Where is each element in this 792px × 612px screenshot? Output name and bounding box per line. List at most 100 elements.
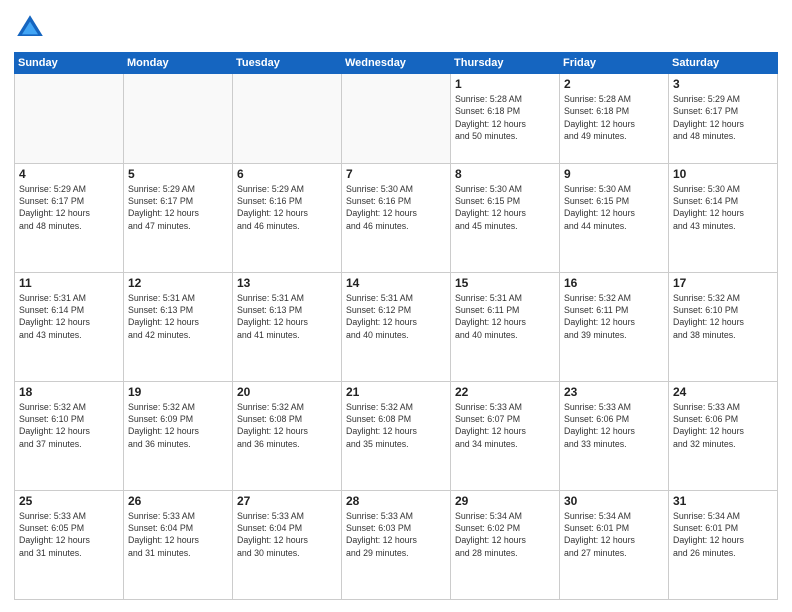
day-info: Sunrise: 5:33 AM Sunset: 6:04 PM Dayligh… xyxy=(128,510,228,559)
day-info: Sunrise: 5:32 AM Sunset: 6:11 PM Dayligh… xyxy=(564,292,664,341)
day-info: Sunrise: 5:30 AM Sunset: 6:15 PM Dayligh… xyxy=(564,183,664,232)
day-number: 26 xyxy=(128,494,228,508)
day-number: 4 xyxy=(19,167,119,181)
calendar-day-cell: 16 Sunrise: 5:32 AM Sunset: 6:11 PM Dayli… xyxy=(560,272,669,381)
calendar-header-monday: Monday xyxy=(124,53,233,74)
day-number: 12 xyxy=(128,276,228,290)
calendar-header-saturday: Saturday xyxy=(669,53,778,74)
day-info: Sunrise: 5:30 AM Sunset: 6:14 PM Dayligh… xyxy=(673,183,773,232)
day-number: 1 xyxy=(455,77,555,91)
calendar-header-thursday: Thursday xyxy=(451,53,560,74)
day-info: Sunrise: 5:32 AM Sunset: 6:10 PM Dayligh… xyxy=(673,292,773,341)
calendar-day-cell: 4 Sunrise: 5:29 AM Sunset: 6:17 PM Daylig… xyxy=(15,163,124,272)
calendar-day-cell: 13 Sunrise: 5:31 AM Sunset: 6:13 PM Dayli… xyxy=(233,272,342,381)
day-number: 7 xyxy=(346,167,446,181)
day-info: Sunrise: 5:31 AM Sunset: 6:13 PM Dayligh… xyxy=(128,292,228,341)
day-info: Sunrise: 5:34 AM Sunset: 6:01 PM Dayligh… xyxy=(564,510,664,559)
day-number: 31 xyxy=(673,494,773,508)
calendar-header-wednesday: Wednesday xyxy=(342,53,451,74)
calendar-day-cell: 27 Sunrise: 5:33 AM Sunset: 6:04 PM Dayli… xyxy=(233,490,342,599)
day-number: 10 xyxy=(673,167,773,181)
calendar-day-cell: 25 Sunrise: 5:33 AM Sunset: 6:05 PM Dayli… xyxy=(15,490,124,599)
day-info: Sunrise: 5:33 AM Sunset: 6:04 PM Dayligh… xyxy=(237,510,337,559)
day-number: 20 xyxy=(237,385,337,399)
calendar-day-cell: 10 Sunrise: 5:30 AM Sunset: 6:14 PM Dayli… xyxy=(669,163,778,272)
day-info: Sunrise: 5:29 AM Sunset: 6:17 PM Dayligh… xyxy=(673,93,773,142)
day-info: Sunrise: 5:33 AM Sunset: 6:03 PM Dayligh… xyxy=(346,510,446,559)
calendar-week-row: 25 Sunrise: 5:33 AM Sunset: 6:05 PM Dayli… xyxy=(15,490,778,599)
calendar-day-cell: 3 Sunrise: 5:29 AM Sunset: 6:17 PM Daylig… xyxy=(669,74,778,164)
day-number: 19 xyxy=(128,385,228,399)
calendar-week-row: 18Sunrise: 5:32 AM Sunset: 6:10 PM Dayli… xyxy=(15,381,778,490)
calendar-header-tuesday: Tuesday xyxy=(233,53,342,74)
day-number: 17 xyxy=(673,276,773,290)
day-info: Sunrise: 5:28 AM Sunset: 6:18 PM Dayligh… xyxy=(564,93,664,142)
day-number: 30 xyxy=(564,494,664,508)
day-info: Sunrise: 5:33 AM Sunset: 6:07 PM Dayligh… xyxy=(455,401,555,450)
day-info: Sunrise: 5:31 AM Sunset: 6:12 PM Dayligh… xyxy=(346,292,446,341)
day-info: Sunrise: 5:33 AM Sunset: 6:05 PM Dayligh… xyxy=(19,510,119,559)
day-number: 3 xyxy=(673,77,773,91)
calendar-day-cell: 31 Sunrise: 5:34 AM Sunset: 6:01 PM Dayli… xyxy=(669,490,778,599)
calendar-day-cell: 14Sunrise: 5:31 AM Sunset: 6:12 PM Dayli… xyxy=(342,272,451,381)
day-info: Sunrise: 5:29 AM Sunset: 6:17 PM Dayligh… xyxy=(19,183,119,232)
calendar-day-cell: 19 Sunrise: 5:32 AM Sunset: 6:09 PM Dayli… xyxy=(124,381,233,490)
calendar-week-row: 11 Sunrise: 5:31 AM Sunset: 6:14 PM Dayli… xyxy=(15,272,778,381)
calendar-day-cell: 1Sunrise: 5:28 AM Sunset: 6:18 PM Daylig… xyxy=(451,74,560,164)
calendar-day-cell: 12 Sunrise: 5:31 AM Sunset: 6:13 PM Dayli… xyxy=(124,272,233,381)
calendar-day-cell xyxy=(233,74,342,164)
calendar-day-cell: 11 Sunrise: 5:31 AM Sunset: 6:14 PM Dayli… xyxy=(15,272,124,381)
day-info: Sunrise: 5:30 AM Sunset: 6:16 PM Dayligh… xyxy=(346,183,446,232)
calendar-header-row: SundayMondayTuesdayWednesdayThursdayFrid… xyxy=(15,53,778,74)
calendar-table: SundayMondayTuesdayWednesdayThursdayFrid… xyxy=(14,52,778,600)
day-number: 16 xyxy=(564,276,664,290)
day-info: Sunrise: 5:32 AM Sunset: 6:08 PM Dayligh… xyxy=(346,401,446,450)
day-number: 9 xyxy=(564,167,664,181)
logo-icon xyxy=(14,12,46,44)
calendar-day-cell: 21Sunrise: 5:32 AM Sunset: 6:08 PM Dayli… xyxy=(342,381,451,490)
calendar-day-cell xyxy=(342,74,451,164)
calendar-day-cell: 22Sunrise: 5:33 AM Sunset: 6:07 PM Dayli… xyxy=(451,381,560,490)
day-info: Sunrise: 5:29 AM Sunset: 6:16 PM Dayligh… xyxy=(237,183,337,232)
day-info: Sunrise: 5:30 AM Sunset: 6:15 PM Dayligh… xyxy=(455,183,555,232)
day-number: 6 xyxy=(237,167,337,181)
calendar-day-cell: 26 Sunrise: 5:33 AM Sunset: 6:04 PM Dayli… xyxy=(124,490,233,599)
day-number: 24 xyxy=(673,385,773,399)
calendar-day-cell: 6 Sunrise: 5:29 AM Sunset: 6:16 PM Daylig… xyxy=(233,163,342,272)
day-number: 27 xyxy=(237,494,337,508)
day-number: 8 xyxy=(455,167,555,181)
day-number: 11 xyxy=(19,276,119,290)
day-number: 18 xyxy=(19,385,119,399)
calendar-week-row: 4 Sunrise: 5:29 AM Sunset: 6:17 PM Daylig… xyxy=(15,163,778,272)
calendar-day-cell: 28Sunrise: 5:33 AM Sunset: 6:03 PM Dayli… xyxy=(342,490,451,599)
calendar-day-cell: 5Sunrise: 5:29 AM Sunset: 6:17 PM Daylig… xyxy=(124,163,233,272)
calendar-day-cell: 18Sunrise: 5:32 AM Sunset: 6:10 PM Dayli… xyxy=(15,381,124,490)
calendar-day-cell: 7 Sunrise: 5:30 AM Sunset: 6:16 PM Daylig… xyxy=(342,163,451,272)
day-info: Sunrise: 5:33 AM Sunset: 6:06 PM Dayligh… xyxy=(564,401,664,450)
day-info: Sunrise: 5:31 AM Sunset: 6:14 PM Dayligh… xyxy=(19,292,119,341)
day-number: 15 xyxy=(455,276,555,290)
calendar-day-cell: 29Sunrise: 5:34 AM Sunset: 6:02 PM Dayli… xyxy=(451,490,560,599)
day-info: Sunrise: 5:31 AM Sunset: 6:11 PM Dayligh… xyxy=(455,292,555,341)
calendar-day-cell: 30 Sunrise: 5:34 AM Sunset: 6:01 PM Dayli… xyxy=(560,490,669,599)
calendar-day-cell xyxy=(15,74,124,164)
day-number: 25 xyxy=(19,494,119,508)
calendar-header-friday: Friday xyxy=(560,53,669,74)
day-info: Sunrise: 5:29 AM Sunset: 6:17 PM Dayligh… xyxy=(128,183,228,232)
day-number: 13 xyxy=(237,276,337,290)
page: SundayMondayTuesdayWednesdayThursdayFrid… xyxy=(0,0,792,612)
calendar-header-sunday: Sunday xyxy=(15,53,124,74)
day-info: Sunrise: 5:31 AM Sunset: 6:13 PM Dayligh… xyxy=(237,292,337,341)
day-number: 2 xyxy=(564,77,664,91)
calendar-day-cell: 2 Sunrise: 5:28 AM Sunset: 6:18 PM Daylig… xyxy=(560,74,669,164)
day-info: Sunrise: 5:34 AM Sunset: 6:01 PM Dayligh… xyxy=(673,510,773,559)
logo xyxy=(14,12,52,44)
calendar-day-cell: 20 Sunrise: 5:32 AM Sunset: 6:08 PM Dayli… xyxy=(233,381,342,490)
calendar-day-cell: 24Sunrise: 5:33 AM Sunset: 6:06 PM Dayli… xyxy=(669,381,778,490)
day-info: Sunrise: 5:34 AM Sunset: 6:02 PM Dayligh… xyxy=(455,510,555,559)
calendar-day-cell: 15 Sunrise: 5:31 AM Sunset: 6:11 PM Dayli… xyxy=(451,272,560,381)
day-info: Sunrise: 5:32 AM Sunset: 6:08 PM Dayligh… xyxy=(237,401,337,450)
day-info: Sunrise: 5:32 AM Sunset: 6:09 PM Dayligh… xyxy=(128,401,228,450)
calendar-week-row: 1 Sunrise: 5:28 AM Sunset: 6:18 PM Daylig… xyxy=(15,74,778,164)
calendar-day-cell xyxy=(124,74,233,164)
